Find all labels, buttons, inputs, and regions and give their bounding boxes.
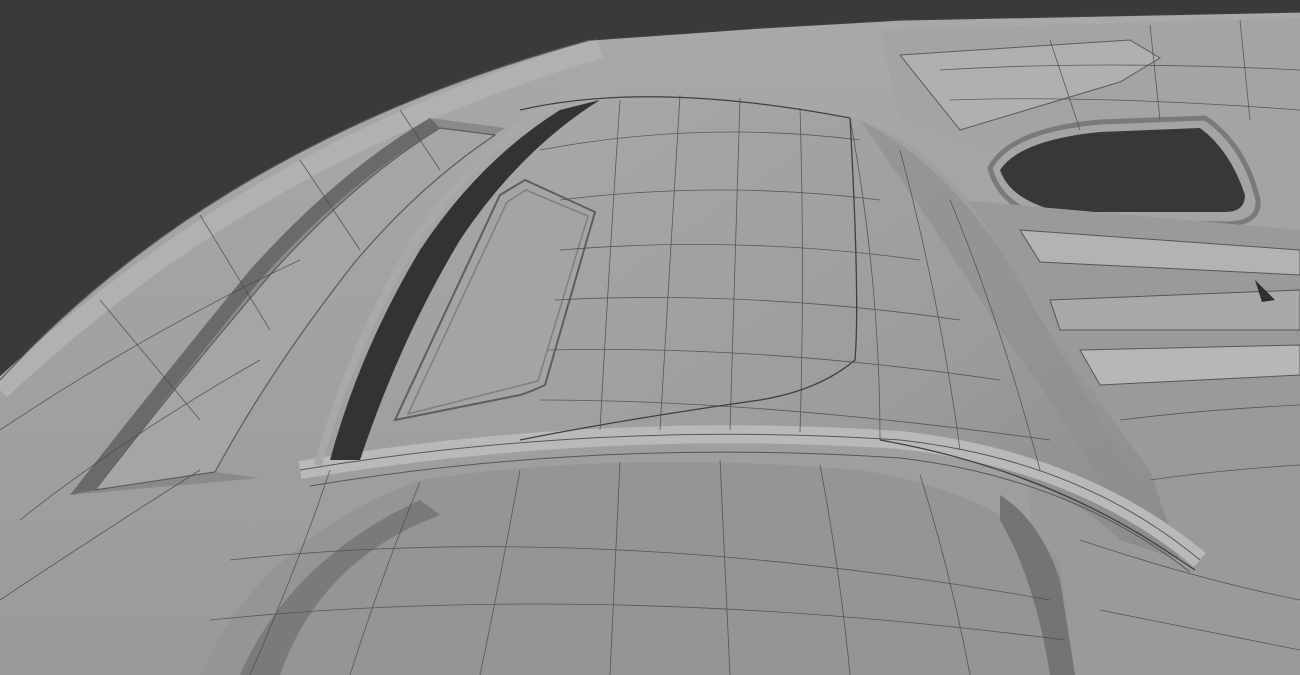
mesh-render	[0, 0, 1300, 675]
3d-viewport[interactable]	[0, 0, 1300, 675]
